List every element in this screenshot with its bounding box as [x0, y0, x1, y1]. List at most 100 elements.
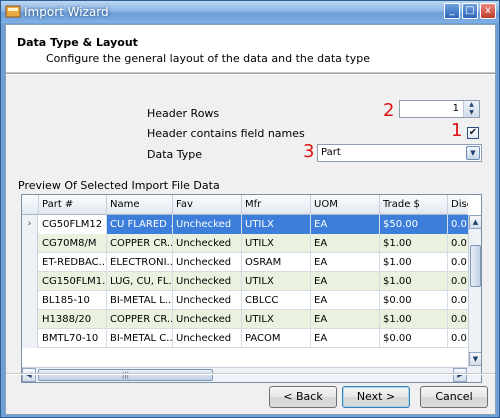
- header-rows-spinner[interactable]: 1 ▲ ▼: [399, 100, 480, 118]
- cell-part[interactable]: ET-REDBAC...: [39, 253, 107, 272]
- row-pointer-icon: ›: [22, 215, 38, 234]
- cell-mfr[interactable]: UTILX: [242, 272, 311, 291]
- field-names-checkbox[interactable]: ✔: [467, 127, 479, 139]
- import-wizard-window: Import Wizard _ □ x Data Type & Layout C…: [0, 0, 500, 418]
- cell-trade[interactable]: $0.00: [380, 329, 448, 348]
- scroll-right-icon[interactable]: ▶: [453, 368, 467, 382]
- row-header: [22, 291, 38, 310]
- table-row[interactable]: BL185-10 BI-METAL L... Unchecked CBLCC E…: [22, 291, 468, 310]
- scroll-left-icon[interactable]: ◀: [22, 368, 36, 382]
- spin-up-icon[interactable]: ▲: [464, 101, 479, 109]
- chevron-down-icon[interactable]: ▼: [466, 146, 480, 160]
- minimize-button[interactable]: _: [444, 3, 460, 19]
- annotation-one: 1: [451, 120, 463, 141]
- cancel-button[interactable]: Cancel: [420, 386, 488, 408]
- table-row[interactable]: › CG50FLM12 CU FLARED ... Unchecked UTIL…: [22, 215, 468, 234]
- cell-mfr[interactable]: UTILX: [242, 310, 311, 329]
- col-header-disc[interactable]: Disc %: [448, 195, 468, 215]
- header-corner: [22, 195, 39, 215]
- cell-disc[interactable]: 0.0: [448, 272, 468, 291]
- cell-disc[interactable]: 0.0: [448, 234, 468, 253]
- horizontal-scroll-thumb[interactable]: |||: [38, 369, 213, 381]
- cell-trade[interactable]: $0.00: [380, 291, 448, 310]
- window-title: Import Wizard: [24, 5, 109, 19]
- cell-fav[interactable]: Unchecked: [173, 234, 242, 253]
- cell-disc[interactable]: 0.0: [448, 253, 468, 272]
- table-row[interactable]: BMTL70-10 BI-METAL C... Unchecked PACOM …: [22, 329, 468, 348]
- cell-uom[interactable]: EA: [311, 234, 380, 253]
- cell-disc[interactable]: 0.0: [448, 291, 468, 310]
- cell-fav[interactable]: Unchecked: [173, 215, 242, 234]
- header-rows-value: 1: [452, 103, 459, 114]
- table-row[interactable]: H1388/20 COPPER CR... Unchecked UTILX EA…: [22, 310, 468, 329]
- cell-mfr[interactable]: UTILX: [242, 215, 311, 234]
- cell-mfr[interactable]: OSRAM: [242, 253, 311, 272]
- cell-fav[interactable]: Unchecked: [173, 272, 242, 291]
- cell-uom[interactable]: EA: [311, 272, 380, 291]
- cell-part[interactable]: CG50FLM12: [39, 215, 107, 234]
- cell-part[interactable]: BL185-10: [39, 291, 107, 310]
- row-header: [22, 272, 38, 291]
- cell-trade[interactable]: $1.00: [380, 310, 448, 329]
- cell-uom[interactable]: EA: [311, 253, 380, 272]
- cell-trade[interactable]: $1.00: [380, 272, 448, 291]
- cell-part[interactable]: BMTL70-10: [39, 329, 107, 348]
- row-header: [22, 253, 38, 272]
- col-header-name[interactable]: Name: [107, 195, 173, 215]
- maximize-button[interactable]: □: [462, 3, 478, 19]
- cell-trade[interactable]: $1.00: [380, 234, 448, 253]
- spinner-buttons[interactable]: ▲ ▼: [463, 101, 479, 117]
- cell-name[interactable]: BI-METAL C...: [107, 329, 173, 348]
- cell-disc[interactable]: 0.0: [448, 329, 468, 348]
- cell-uom[interactable]: EA: [311, 291, 380, 310]
- cell-fav[interactable]: Unchecked: [173, 310, 242, 329]
- cell-part[interactable]: H1388/20: [39, 310, 107, 329]
- cell-name[interactable]: COPPER CR...: [107, 234, 173, 253]
- cell-disc[interactable]: 0.0: [448, 310, 468, 329]
- step-subtitle: Configure the general layout of the data…: [46, 52, 370, 65]
- cell-fav[interactable]: Unchecked: [173, 253, 242, 272]
- cell-part[interactable]: CG150FLM1...: [39, 272, 107, 291]
- cell-uom[interactable]: EA: [311, 329, 380, 348]
- cell-trade[interactable]: $1.00: [380, 253, 448, 272]
- title-bar[interactable]: Import Wizard _ □ x: [1, 1, 499, 23]
- annotation-two: 2: [383, 100, 395, 121]
- row-header: [22, 234, 38, 253]
- col-header-part[interactable]: Part #: [39, 195, 107, 215]
- preview-grid[interactable]: Part # Name Fav Mfr UOM Trade $ Disc % ›…: [21, 194, 482, 383]
- cell-name[interactable]: COPPER CR...: [107, 310, 173, 329]
- cell-name[interactable]: LUG, CU, FL...: [107, 272, 173, 291]
- table-row[interactable]: CG70M8/M COPPER CR... Unchecked UTILX EA…: [22, 234, 468, 253]
- cell-uom[interactable]: EA: [311, 310, 380, 329]
- cell-part[interactable]: CG70M8/M: [39, 234, 107, 253]
- cell-name[interactable]: BI-METAL L...: [107, 291, 173, 310]
- col-header-uom[interactable]: UOM: [311, 195, 380, 215]
- table-row[interactable]: CG150FLM1... LUG, CU, FL... Unchecked UT…: [22, 272, 468, 291]
- next-button[interactable]: Next >: [342, 386, 410, 408]
- back-button[interactable]: < Back: [269, 386, 337, 408]
- scroll-up-icon[interactable]: ▲: [469, 215, 481, 229]
- vertical-scroll-thumb[interactable]: [470, 245, 481, 287]
- cell-mfr[interactable]: PACOM: [242, 329, 311, 348]
- vertical-scrollbar[interactable]: ▲ ▼: [468, 215, 481, 367]
- col-header-fav[interactable]: Fav: [173, 195, 242, 215]
- cell-trade[interactable]: $50.00: [380, 215, 448, 234]
- cell-mfr[interactable]: CBLCC: [242, 291, 311, 310]
- table-row[interactable]: ET-REDBAC... ELECTRONI... Unchecked OSRA…: [22, 253, 468, 272]
- cell-fav[interactable]: Unchecked: [173, 291, 242, 310]
- cell-disc[interactable]: 0.0: [448, 215, 468, 234]
- cell-mfr[interactable]: UTILX: [242, 234, 311, 253]
- cell-uom[interactable]: EA: [311, 215, 380, 234]
- step-header: Data Type & Layout Configure the general…: [6, 25, 495, 73]
- scroll-down-icon[interactable]: ▼: [469, 352, 481, 366]
- spin-down-icon[interactable]: ▼: [464, 109, 479, 117]
- data-type-select[interactable]: Part ▼: [317, 144, 482, 162]
- close-button[interactable]: x: [480, 3, 496, 19]
- col-header-mfr[interactable]: Mfr: [242, 195, 311, 215]
- col-header-trade[interactable]: Trade $: [380, 195, 448, 215]
- cell-name[interactable]: ELECTRONI...: [107, 253, 173, 272]
- header-divider: [6, 73, 495, 75]
- cell-fav[interactable]: Unchecked: [173, 329, 242, 348]
- cell-name[interactable]: CU FLARED ...: [107, 215, 173, 234]
- preview-label: Preview Of Selected Import File Data: [18, 179, 220, 192]
